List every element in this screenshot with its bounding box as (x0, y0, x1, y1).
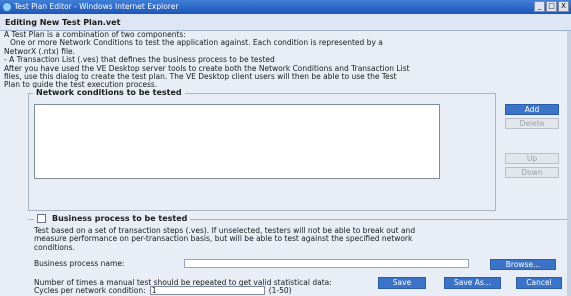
browse-button[interactable]: Browse... (490, 259, 556, 270)
business-process-name-row: Business process name: (34, 259, 469, 268)
cancel-button[interactable]: Cancel (516, 277, 562, 289)
add-button[interactable]: Add (505, 104, 559, 115)
vertical-scrollbar[interactable] (567, 31, 571, 296)
description-line: measure performance on per-transaction b… (34, 234, 413, 244)
description-line: conditions. (34, 242, 75, 252)
business-process-name-label: Business process name: (34, 259, 125, 268)
intro-line: One or more Network Conditions to test t… (10, 38, 383, 48)
down-button[interactable]: Down (505, 167, 559, 178)
window-controls: _ □ X (534, 1, 569, 12)
network-conditions-list[interactable] (34, 104, 440, 179)
editor-panel: A Test Plan is a combination of two comp… (0, 30, 571, 296)
ie-icon (2, 2, 12, 12)
network-conditions-legend: Network conditions to be tested (33, 88, 185, 97)
save-button[interactable]: Save (378, 277, 426, 289)
maximize-button[interactable]: □ (546, 1, 557, 12)
window-titlebar: Test Plan Editor - Windows Internet Expl… (0, 0, 571, 14)
business-process-header: Business process to be tested (34, 214, 191, 223)
business-process-name-input[interactable] (184, 259, 469, 268)
cycles-row: Cycles per network condition: 1 (1-50) (34, 286, 292, 295)
cycles-label: Cycles per network condition: (34, 286, 146, 295)
window-title: Test Plan Editor - Windows Internet Expl… (14, 2, 179, 11)
delete-button[interactable]: Delete (505, 118, 559, 129)
up-button[interactable]: Up (505, 153, 559, 164)
cycles-range: (1-50) (268, 286, 292, 295)
business-process-label: Business process to be tested (52, 214, 188, 223)
save-as-button[interactable]: Save As... (444, 277, 501, 289)
cycles-input[interactable]: 1 (149, 286, 265, 295)
business-process-description: Test based on a set of transaction steps… (34, 226, 564, 252)
close-button[interactable]: X (558, 1, 569, 12)
minimize-button[interactable]: _ (534, 1, 545, 12)
business-process-checkbox[interactable] (37, 214, 46, 223)
page-title: Editing New Test Plan.vet (0, 14, 571, 31)
intro-text: A Test Plan is a combination of two comp… (4, 30, 564, 90)
